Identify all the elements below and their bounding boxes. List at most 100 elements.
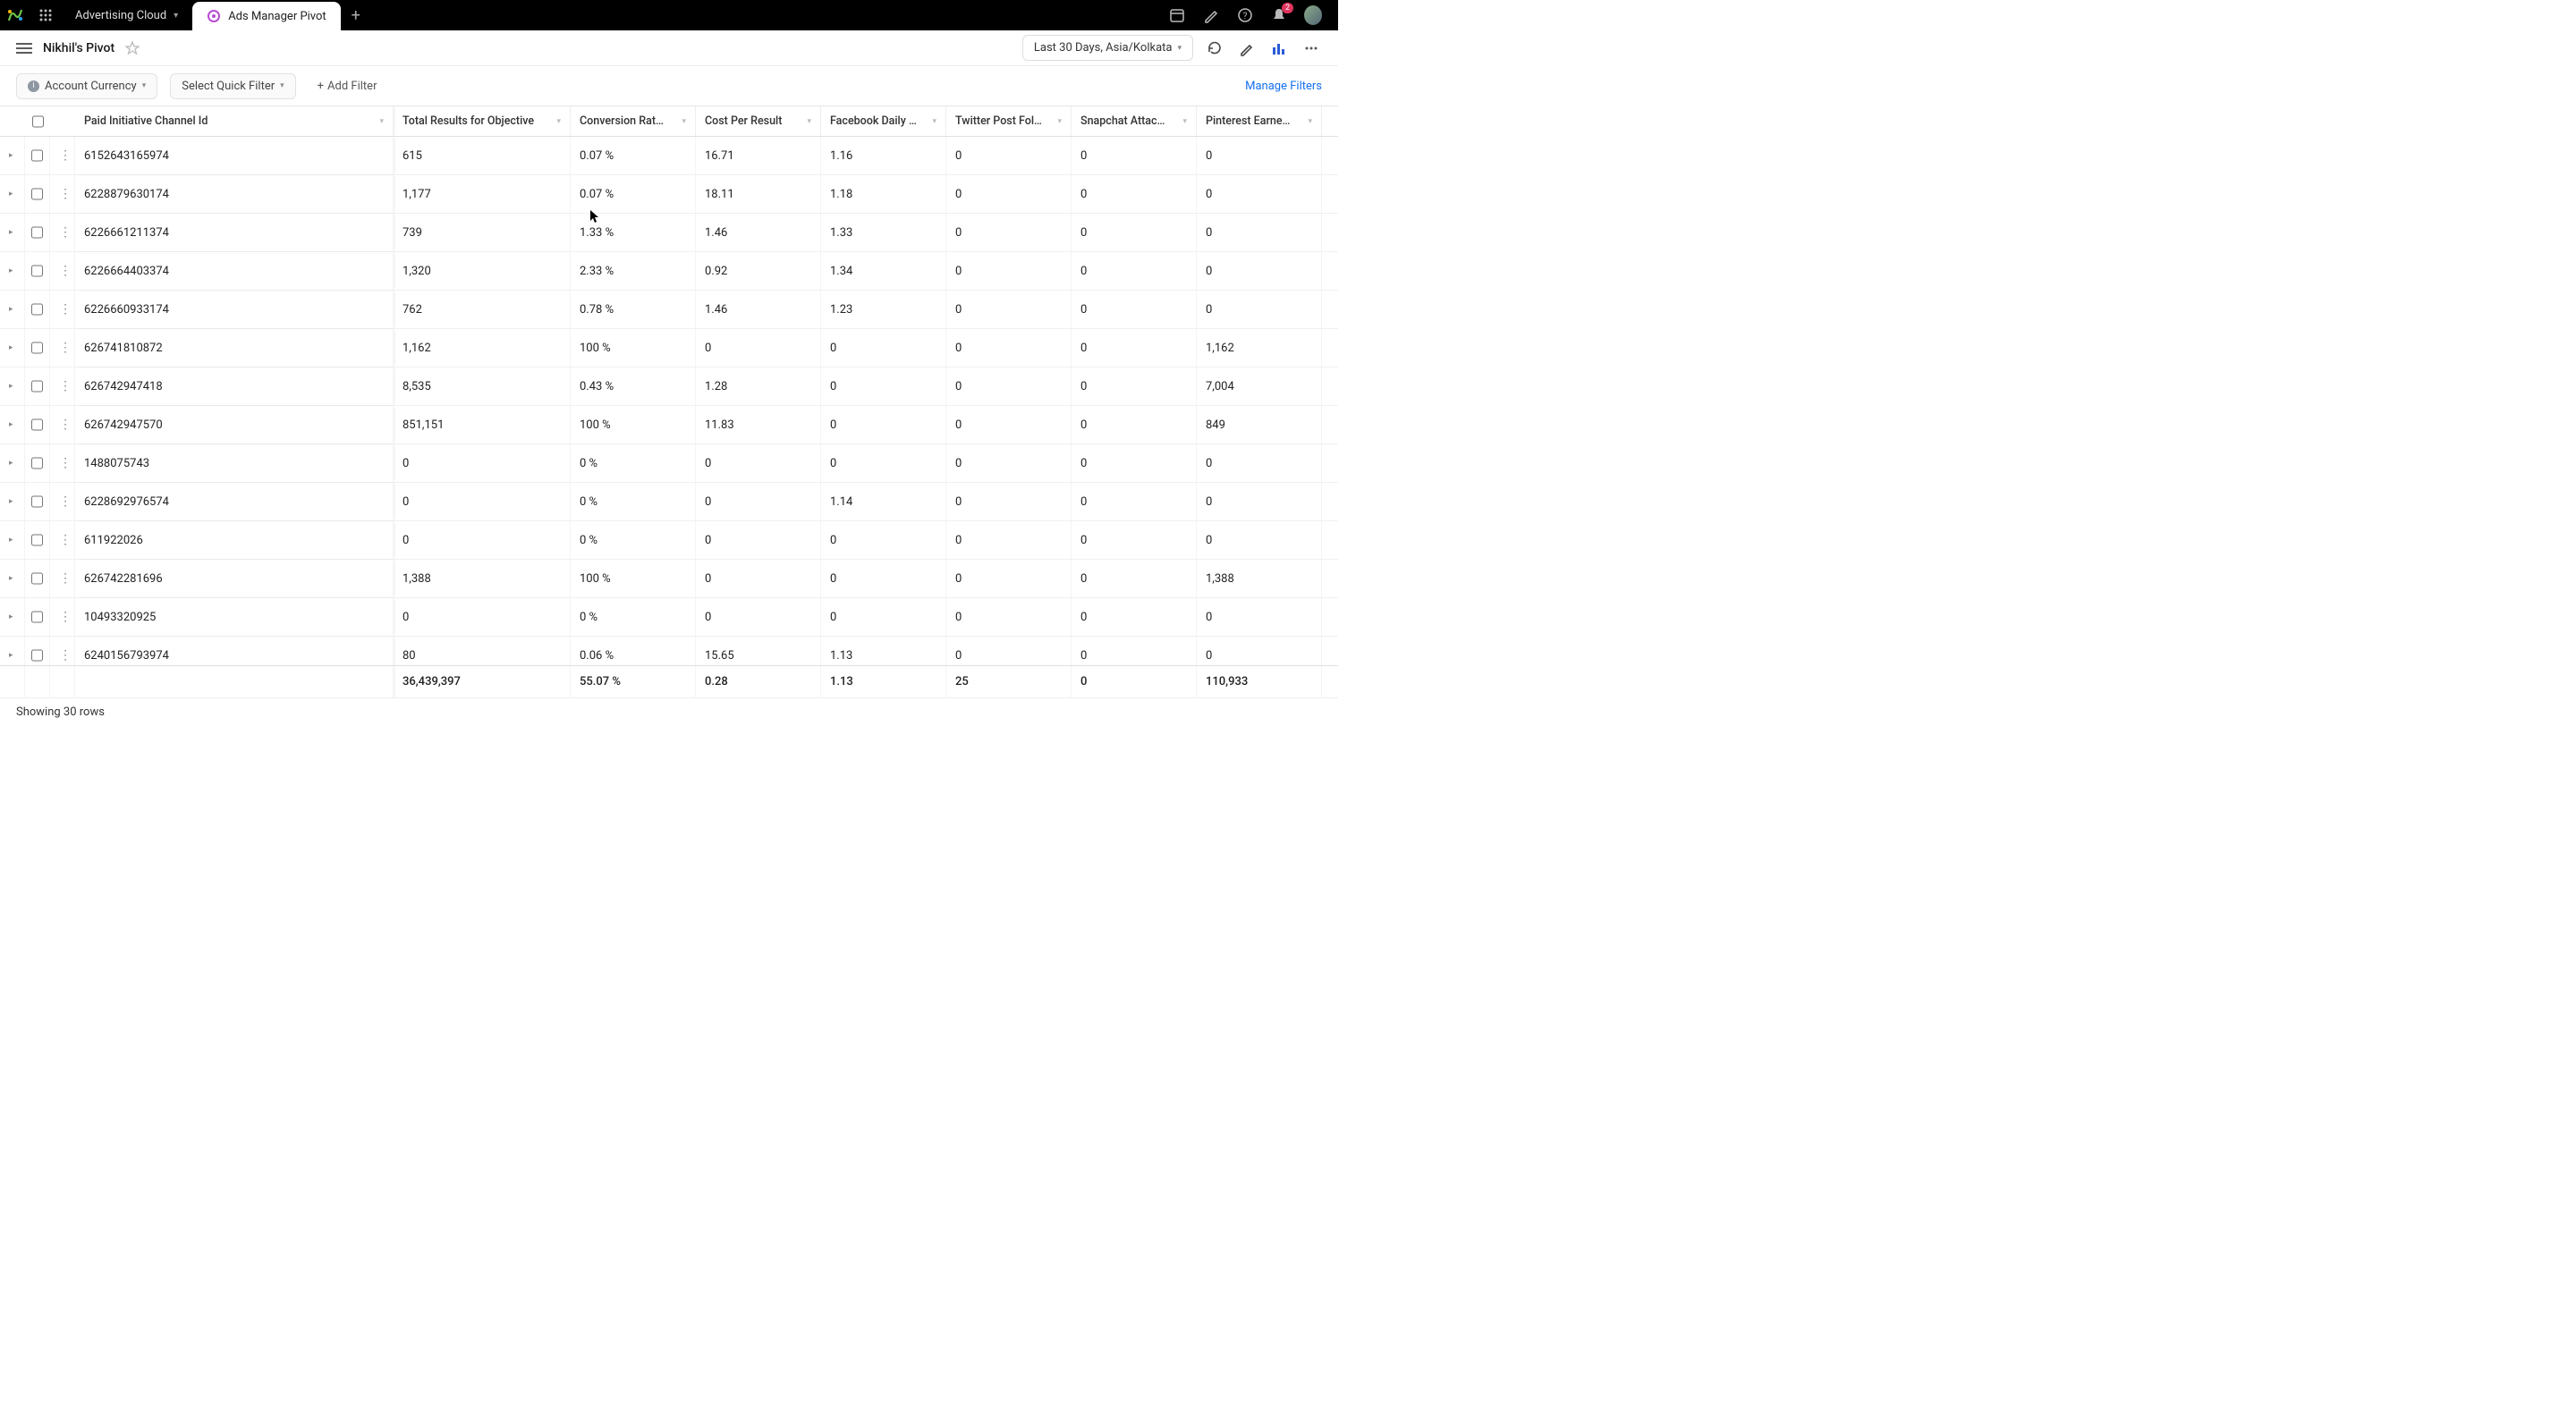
filter-bar: i Account Currency ▾ Select Quick Filter…	[0, 66, 1338, 106]
edit-icon[interactable]	[1202, 6, 1220, 24]
cell-total: 8,535	[394, 367, 571, 405]
edit-pencil-icon[interactable]	[1236, 38, 1258, 59]
row-checkbox[interactable]	[25, 444, 50, 482]
cell-cpr: 15.65	[696, 637, 821, 665]
row-checkbox[interactable]	[25, 367, 50, 405]
expand-row-icon[interactable]: ▸	[0, 598, 25, 636]
expand-row-icon[interactable]: ▸	[0, 444, 25, 482]
table-row[interactable]: ▸⋮61526431659746150.07 %16.711.16000	[0, 137, 1338, 175]
row-menu-icon[interactable]: ⋮	[50, 291, 75, 328]
expand-row-icon[interactable]: ▸	[0, 521, 25, 559]
table-row[interactable]: ▸⋮622869297657400 %01.14000	[0, 483, 1338, 521]
col-label: Facebook Daily …	[830, 114, 917, 128]
chart-icon[interactable]	[1268, 38, 1290, 59]
row-checkbox[interactable]	[25, 175, 50, 213]
row-checkbox[interactable]	[25, 329, 50, 367]
row-menu-icon[interactable]: ⋮	[50, 406, 75, 443]
cell-cpr: 11.83	[696, 406, 821, 443]
favorite-star-icon[interactable]	[125, 41, 140, 55]
row-menu-icon[interactable]: ⋮	[50, 329, 75, 367]
row-checkbox[interactable]	[25, 560, 50, 597]
cell-cpr: 18.11	[696, 175, 821, 213]
new-tab-button[interactable]: +	[341, 6, 371, 25]
row-checkbox[interactable]	[25, 598, 50, 636]
daterange-label: Last 30 Days, Asia/Kolkata	[1034, 41, 1173, 55]
select-all-checkbox[interactable]	[25, 106, 50, 136]
col-snapchat[interactable]: Snapchat Attac…▾	[1072, 106, 1197, 136]
cell-sc: 0	[1072, 637, 1197, 665]
row-menu-icon[interactable]: ⋮	[50, 637, 75, 665]
table-row[interactable]: ▸⋮61192202600 %00000	[0, 521, 1338, 560]
row-menu-icon[interactable]: ⋮	[50, 483, 75, 520]
table-row[interactable]: ▸⋮6240156793974800.06 %15.651.13000	[0, 637, 1338, 665]
table-row[interactable]: ▸⋮6267422816961,388100 %00001,388	[0, 560, 1338, 598]
daterange-picker[interactable]: Last 30 Days, Asia/Kolkata ▾	[1022, 35, 1193, 61]
row-checkbox[interactable]	[25, 521, 50, 559]
table-row[interactable]: ▸⋮62266609331747620.78 %1.461.23000	[0, 291, 1338, 329]
manage-filters-link[interactable]: Manage Filters	[1245, 80, 1322, 93]
expand-row-icon[interactable]: ▸	[0, 329, 25, 367]
expand-row-icon[interactable]: ▸	[0, 406, 25, 443]
tab-advertising-cloud[interactable]: Advertising Cloud ▾	[61, 0, 192, 30]
table-row[interactable]: ▸⋮1049332092500 %00000	[0, 598, 1338, 637]
menu-toggle-icon[interactable]	[16, 42, 32, 55]
quick-filter-select[interactable]: Select Quick Filter ▾	[170, 73, 295, 99]
col-twitter-post[interactable]: Twitter Post Fol…▾	[946, 106, 1072, 136]
row-menu-icon[interactable]: ⋮	[50, 252, 75, 290]
help-icon[interactable]: ?	[1236, 6, 1254, 24]
table-row[interactable]: ▸⋮626742947570851,151100 %11.83000849	[0, 406, 1338, 444]
row-menu-icon[interactable]: ⋮	[50, 214, 75, 251]
more-menu-icon[interactable]	[1301, 38, 1322, 59]
table-body[interactable]: ▸⋮61526431659746150.07 %16.711.16000▸⋮62…	[0, 137, 1338, 665]
col-pinterest[interactable]: Pinterest Earne…▾	[1197, 106, 1322, 136]
expand-row-icon[interactable]: ▸	[0, 367, 25, 405]
row-checkbox[interactable]	[25, 637, 50, 665]
expand-row-icon[interactable]: ▸	[0, 175, 25, 213]
row-menu-icon[interactable]: ⋮	[50, 367, 75, 405]
table-row[interactable]: ▸⋮6267429474188,5350.43 %1.280007,004	[0, 367, 1338, 406]
row-checkbox[interactable]	[25, 483, 50, 520]
expand-row-icon[interactable]: ▸	[0, 483, 25, 520]
table-row[interactable]: ▸⋮62288796301741,1770.07 %18.111.18000	[0, 175, 1338, 214]
expand-row-icon[interactable]: ▸	[0, 560, 25, 597]
row-menu-icon[interactable]: ⋮	[50, 521, 75, 559]
table-row[interactable]: ▸⋮148807574300 %00000	[0, 444, 1338, 483]
row-checkbox[interactable]	[25, 137, 50, 174]
refresh-icon[interactable]	[1204, 38, 1225, 59]
table-row[interactable]: ▸⋮6267418108721,162100 %00001,162	[0, 329, 1338, 367]
expand-row-icon[interactable]: ▸	[0, 637, 25, 665]
row-menu-icon[interactable]: ⋮	[50, 175, 75, 213]
col-cost-per-result[interactable]: Cost Per Result▾	[696, 106, 821, 136]
brand-logo[interactable]	[0, 0, 30, 30]
calendar-icon[interactable]	[1168, 6, 1186, 24]
footer-tw: 25	[946, 666, 1072, 697]
expand-row-icon[interactable]: ▸	[0, 214, 25, 251]
tab-ads-manager-pivot[interactable]: Ads Manager Pivot	[192, 2, 340, 30]
expand-row-icon[interactable]: ▸	[0, 137, 25, 174]
account-currency-filter[interactable]: i Account Currency ▾	[16, 73, 157, 99]
row-checkbox[interactable]	[25, 214, 50, 251]
row-checkbox[interactable]	[25, 406, 50, 443]
col-total-results[interactable]: Total Results for Objective▾	[394, 106, 571, 136]
row-checkbox[interactable]	[25, 252, 50, 290]
row-menu-icon[interactable]: ⋮	[50, 137, 75, 174]
row-checkbox[interactable]	[25, 291, 50, 328]
row-menu-icon[interactable]: ⋮	[50, 444, 75, 482]
cell-sc: 0	[1072, 521, 1197, 559]
table-row[interactable]: ▸⋮62266644033741,3202.33 %0.921.34000	[0, 252, 1338, 291]
col-conversion-rate[interactable]: Conversion Rat…▾	[571, 106, 696, 136]
col-facebook-daily[interactable]: Facebook Daily …▾	[821, 106, 946, 136]
expand-row-icon[interactable]: ▸	[0, 252, 25, 290]
row-menu-icon[interactable]: ⋮	[50, 560, 75, 597]
cell-tw: 0	[946, 521, 1072, 559]
cell-total: 739	[394, 214, 571, 251]
expand-row-icon[interactable]: ▸	[0, 291, 25, 328]
col-label: Paid Initiative Channel Id	[84, 114, 208, 128]
user-avatar[interactable]	[1304, 6, 1322, 24]
notifications-icon[interactable]: 2	[1270, 6, 1288, 24]
col-channel-id[interactable]: Paid Initiative Channel Id▾	[75, 106, 394, 136]
table-row[interactable]: ▸⋮62266612113747391.33 %1.461.33000	[0, 214, 1338, 252]
row-menu-icon[interactable]: ⋮	[50, 598, 75, 636]
add-filter-button[interactable]: + Add Filter	[309, 74, 386, 98]
apps-launcher-icon[interactable]	[30, 8, 61, 22]
